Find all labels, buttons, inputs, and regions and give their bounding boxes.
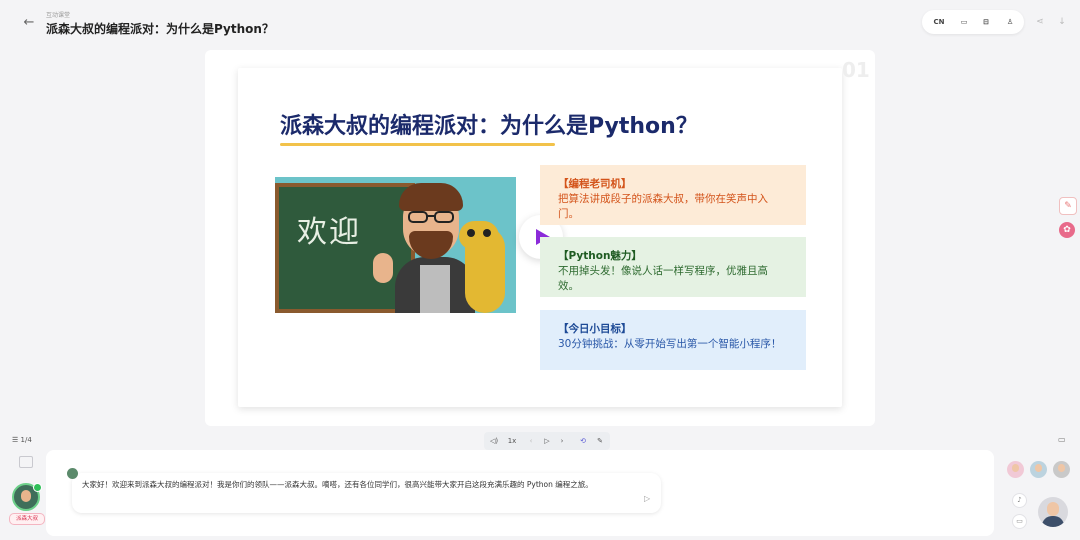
chat-icon[interactable]: ▭ (1012, 514, 1027, 529)
replay-audio-icon[interactable]: ▷ (644, 494, 654, 504)
title-underline (280, 143, 555, 146)
next-icon[interactable]: › (555, 432, 569, 450)
playback-controls: ◁) 1x ‹ ▷ › ⟲ ✎ (484, 432, 610, 450)
teacher-beard (409, 231, 453, 259)
card-body: 30分钟挑战：从零开始写出第一个智能小程序！ (558, 338, 782, 350)
share-icon[interactable]: ⋖ (1032, 14, 1048, 30)
teacher-illustration: 欢迎 (275, 177, 516, 313)
edit-slide-icon[interactable]: ✎ (1059, 197, 1077, 215)
info-card-teacher: 【编程老司机】 把算法讲成段子的派森大叔，带你在笑声中入门。 (540, 165, 806, 225)
snake-eye (467, 229, 475, 237)
card-heading: 【编程老司机】 (558, 178, 632, 190)
teacher-hair (399, 183, 463, 211)
user-icon[interactable]: ♙ (999, 10, 1021, 34)
back-arrow-icon[interactable]: ← (20, 14, 38, 32)
message-text: 大家好！欢迎来到派森大叔的编程派对！我是你们的领队——派森大叔。嘀嗒，还有各位同… (82, 480, 593, 489)
info-card-python: 【Python魅力】 不用掉头发！像说人话一样写程序，优雅且高效。 (540, 237, 806, 297)
language-toggle[interactable]: CN (928, 10, 950, 34)
student-avatar[interactable] (1007, 461, 1024, 478)
comment-icon[interactable]: ▭ (1058, 435, 1070, 447)
my-avatar[interactable] (1038, 497, 1068, 527)
monitor-icon[interactable]: ▭ (953, 10, 975, 34)
page-indicator[interactable]: ☰ 1/4 (12, 436, 32, 444)
teacher-name-badge: 派森大叔 (9, 513, 45, 525)
snake-head (459, 221, 499, 249)
slide-title: 派森大叔的编程派对：为什么是Python？ (280, 114, 698, 139)
chalkboard-text: 欢迎 (297, 215, 361, 250)
avatar-body (1042, 516, 1064, 527)
volume-icon[interactable]: ◁) (487, 432, 501, 450)
ai-assistant-icon[interactable]: ✿ (1059, 222, 1075, 238)
speed-selector[interactable]: 1x (504, 432, 520, 450)
pen-icon[interactable]: ✎ (593, 432, 607, 450)
student-avatar[interactable] (1030, 461, 1047, 478)
avatar-face (21, 490, 31, 502)
list-icon: ☰ (12, 436, 19, 444)
presentation-icon[interactable]: ⊟ (975, 10, 997, 34)
breadcrumb[interactable]: 互动课堂 (46, 10, 70, 19)
speaker-avatar (67, 468, 78, 479)
card-body: 把算法讲成段子的派森大叔，带你在笑声中入门。 (558, 193, 768, 220)
microphone-icon[interactable]: ♪ (1012, 493, 1027, 508)
snake-eye (483, 229, 491, 237)
card-heading: 【今日小目标】 (558, 323, 632, 335)
slide-number: 01 (842, 58, 870, 82)
board-icon[interactable] (19, 456, 33, 468)
loop-icon[interactable]: ⟲ (576, 432, 590, 450)
student-avatar[interactable] (1053, 461, 1070, 478)
waving-hand (373, 253, 393, 283)
card-body: 不用掉头发！像说人话一样写程序，优雅且高效。 (558, 265, 768, 292)
view-mode-toolbar: CN ▭ ⊟ ♙ (922, 10, 1024, 34)
page-title: 派森大叔的编程派对：为什么是Python？ (46, 22, 274, 36)
online-status-dot (33, 483, 42, 492)
download-icon[interactable]: ↓ (1054, 14, 1070, 30)
card-heading: 【Python魅力】 (558, 250, 642, 262)
previous-icon[interactable]: ‹ (524, 432, 538, 450)
glasses-icon (408, 211, 454, 223)
play-icon[interactable]: ▷ (540, 432, 554, 450)
avatar-face (1047, 502, 1059, 516)
page-count: 1/4 (20, 436, 32, 444)
info-card-goal: 【今日小目标】 30分钟挑战：从零开始写出第一个智能小程序！ (540, 310, 806, 370)
teacher-shirt (420, 265, 450, 313)
